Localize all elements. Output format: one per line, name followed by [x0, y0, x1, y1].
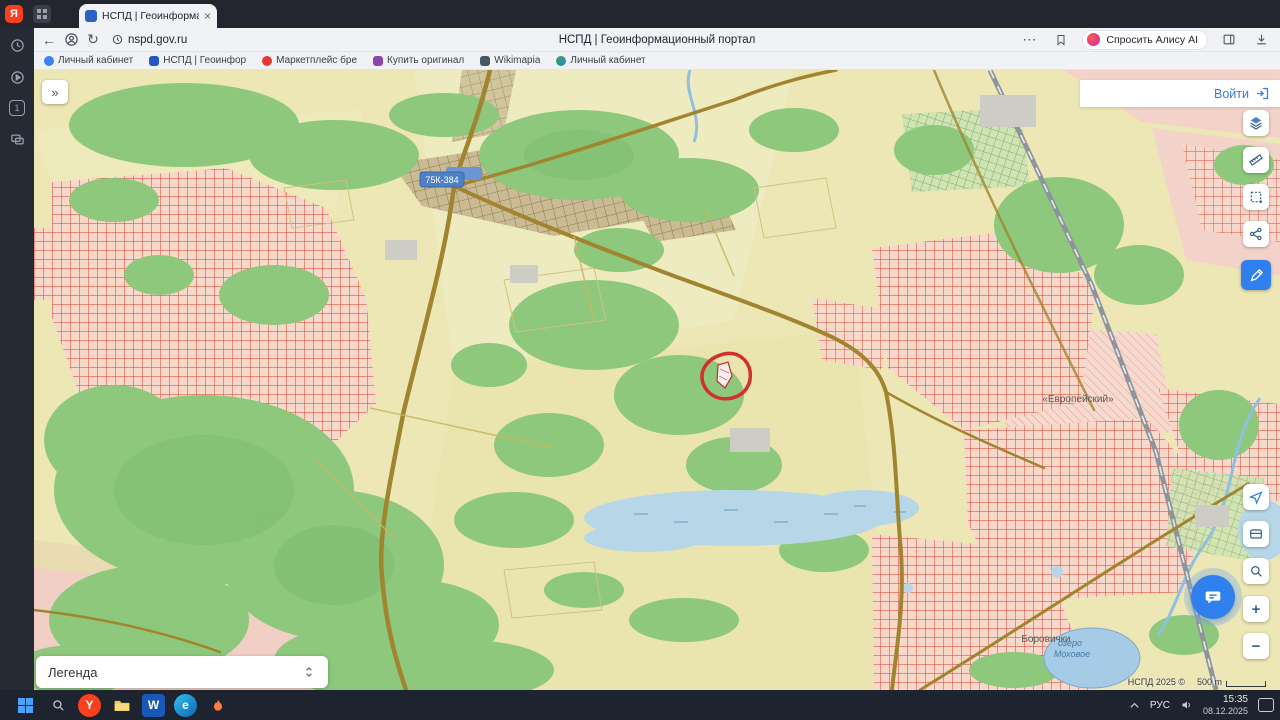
estate-label: «Европейский»: [1042, 394, 1114, 405]
expand-panel-button[interactable]: »: [42, 80, 68, 104]
copyright-label: НСПД 2025 ©: [1127, 677, 1185, 687]
file-explorer-icon[interactable]: [110, 694, 133, 717]
search-object-button[interactable]: [1243, 558, 1269, 584]
yandex-logo-icon[interactable]: Я: [5, 5, 23, 23]
alice-icon: [1087, 33, 1101, 46]
flame-app-icon[interactable]: [206, 694, 229, 717]
bookmark-item[interactable]: Личный кабинет: [556, 55, 646, 66]
map-container: 75К-384 «Европейский» Боровички озеро Мо…: [34, 70, 1280, 690]
measure-button[interactable]: [1243, 147, 1269, 173]
legend-expand-icon[interactable]: [302, 664, 316, 680]
scale-bar: 500 m: [1197, 677, 1266, 687]
bookmark-label: Wikimapia: [494, 55, 541, 66]
tab-count-badge[interactable]: 1: [9, 100, 25, 116]
browser-tab-bar: Я НСПД | Геоинформац ×: [0, 0, 1280, 28]
bookmark-label: Личный кабинет: [570, 55, 646, 66]
bookmark-favicon: [149, 55, 160, 66]
bookmark-flag-icon[interactable]: [1050, 31, 1072, 49]
map-canvas[interactable]: 75К-384 «Европейский» Боровички озеро Мо…: [34, 70, 1280, 690]
player-icon[interactable]: [8, 68, 26, 86]
tab-groups-icon[interactable]: [33, 5, 51, 23]
tray-date: 08.12.2025: [1202, 705, 1248, 716]
downloads-icon[interactable]: [1250, 31, 1272, 49]
tray-clock[interactable]: 15:35 08.12.2025: [1203, 694, 1248, 716]
bookmark-favicon: [373, 55, 384, 66]
browser-toolbar: ← ↻ nspd.gov.ru НСПД | Геоинформационный…: [34, 28, 1280, 52]
bookmark-item[interactable]: Купить оригинал: [373, 55, 464, 66]
bookmark-favicon: [480, 55, 491, 66]
reload-button[interactable]: ↻: [82, 31, 104, 49]
lake-label-line1: озеро: [1058, 638, 1082, 648]
back-button[interactable]: ←: [38, 31, 60, 49]
bookmark-favicon: [44, 55, 54, 66]
tab-favicon: [85, 10, 97, 22]
history-icon[interactable]: [8, 36, 26, 54]
language-indicator[interactable]: РУС: [1150, 700, 1170, 711]
tab-close-icon[interactable]: ×: [204, 10, 211, 22]
edge-icon[interactable]: e: [174, 693, 197, 717]
more-menu-icon[interactable]: ⋯: [1018, 31, 1040, 49]
system-tray: РУС 15:35 08.12.2025: [1129, 694, 1274, 716]
tray-time: 15:35: [1222, 694, 1248, 706]
bookmark-item[interactable]: НСПД | Геоинфор: [149, 55, 246, 66]
side-panels-icon[interactable]: [1218, 31, 1240, 49]
yandex-logo-letter: Я: [10, 8, 18, 20]
profile-icon[interactable]: [60, 31, 82, 49]
scale-line: [1226, 681, 1266, 687]
zoom-in-button[interactable]: +: [1243, 596, 1269, 622]
share-button[interactable]: [1243, 221, 1269, 247]
bookmark-label: Личный кабинет: [58, 55, 134, 66]
word-icon[interactable]: W: [142, 693, 165, 717]
search-icon[interactable]: [46, 694, 69, 717]
start-button[interactable]: [14, 694, 37, 717]
bookmark-favicon: [262, 55, 273, 66]
support-chat-button[interactable]: [1191, 575, 1235, 619]
login-panel: Войти: [1080, 80, 1280, 107]
address-bar[interactable]: nspd.gov.ru: [112, 34, 187, 46]
map-attribution: НСПД 2025 © 500 m: [1128, 677, 1266, 687]
draw-tool-button-active[interactable]: [1241, 260, 1271, 290]
bookmark-item[interactable]: Личный кабинет: [44, 55, 133, 66]
bookmark-favicon: [556, 55, 567, 66]
lake-label-line2: Моховое: [1054, 649, 1090, 659]
zoom-out-button[interactable]: −: [1243, 633, 1269, 659]
bookmark-item[interactable]: Wikimapia: [480, 55, 540, 66]
site-lock-icon: [112, 34, 123, 45]
url-text: nspd.gov.ru: [128, 33, 188, 46]
layers-button[interactable]: [1243, 110, 1269, 136]
legend-panel[interactable]: Легенда: [36, 656, 328, 688]
speaker-icon[interactable]: [1180, 699, 1193, 711]
bookmark-label: Маркетплейс бре: [276, 55, 358, 66]
windows-taskbar: Y W e РУС 15:35 08.12.2025: [0, 690, 1280, 720]
locate-button[interactable]: [1243, 484, 1269, 510]
bookmark-item[interactable]: Маркетплейс бре: [262, 55, 357, 66]
screen: Я НСПД | Геоинформац × ← ↻ nspd.gov.ru Н…: [0, 0, 1280, 720]
yandex-browser-icon[interactable]: Y: [78, 693, 101, 717]
panels-icon[interactable]: [8, 130, 26, 148]
scale-label: 500 m: [1196, 677, 1222, 687]
tray-expand-icon[interactable]: [1129, 701, 1140, 709]
tab-title: НСПД | Геоинформац: [102, 10, 199, 22]
browser-side-rail: 1: [0, 28, 34, 690]
alice-label: Спросить Алису AI: [1106, 33, 1198, 46]
notification-center-icon[interactable]: [1258, 698, 1274, 712]
bookmark-label: Купить оригинал: [387, 55, 465, 66]
legend-label: Легенда: [48, 664, 98, 680]
browser-tab[interactable]: НСПД | Геоинформац ×: [79, 4, 217, 28]
login-button[interactable]: Войти: [1214, 87, 1249, 101]
basemap-button[interactable]: [1243, 521, 1269, 547]
road-badge-label: 75К-384: [425, 175, 458, 185]
page-title: НСПД | Геоинформационный портал: [558, 33, 756, 46]
ask-alice-button[interactable]: Спросить Алису AI: [1082, 29, 1208, 50]
bookmarks-bar: Личный кабинет НСПД | Геоинфор Маркетпле…: [34, 52, 1280, 70]
select-area-button[interactable]: [1243, 184, 1269, 210]
login-icon[interactable]: [1255, 86, 1270, 101]
bookmark-label: НСПД | Геоинфор: [163, 55, 247, 66]
